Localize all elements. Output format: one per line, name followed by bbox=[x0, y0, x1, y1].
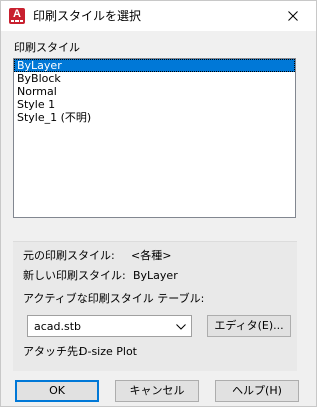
title-bar: A 印刷スタイルを選択 bbox=[1, 1, 316, 31]
new-style-label: 新しい印刷スタイル: bbox=[23, 269, 126, 282]
autocad-app-icon: A bbox=[9, 8, 25, 24]
original-style-label: 元の印刷スタイル: bbox=[23, 249, 115, 262]
style-info-group: 元の印刷スタイル: <各種> 新しい印刷スタイル: ByLayer アクティブな… bbox=[13, 241, 297, 371]
list-item[interactable]: Normal bbox=[14, 85, 295, 98]
close-icon bbox=[288, 11, 298, 21]
chevron-down-icon bbox=[175, 321, 187, 333]
print-styles-label: 印刷スタイル bbox=[14, 41, 80, 54]
list-item[interactable]: Style 1 bbox=[14, 98, 295, 111]
attached-to-value: D-size Plot bbox=[79, 345, 137, 358]
list-item[interactable]: ByLayer bbox=[14, 59, 295, 72]
ok-button[interactable]: OK bbox=[15, 380, 99, 402]
close-button[interactable] bbox=[270, 1, 316, 31]
new-style-value: ByLayer bbox=[133, 269, 178, 282]
print-styles-listbox[interactable]: ByLayer ByBlock Normal Style 1 Style_1 (不明) bbox=[13, 58, 296, 218]
print-style-dialog: A 印刷スタイルを選択 印刷スタイル ByLayer ByBlock Normal S… bbox=[0, 0, 317, 407]
editor-button[interactable]: エディタ(E)... bbox=[207, 315, 291, 337]
style-table-select[interactable]: acad.stb bbox=[27, 315, 192, 337]
cancel-button[interactable]: キャンセル bbox=[115, 380, 199, 402]
style-table-value: acad.stb bbox=[34, 320, 82, 333]
app-icon-letter: A bbox=[13, 8, 21, 20]
original-style-value: <各種> bbox=[131, 249, 172, 262]
active-table-label: アクティブな印刷スタイル テーブル: bbox=[23, 292, 205, 305]
dialog-title: 印刷スタイルを選択 bbox=[33, 9, 142, 23]
list-item[interactable]: ByBlock bbox=[14, 72, 295, 85]
help-button[interactable]: ヘルプ(H) bbox=[215, 380, 299, 402]
attached-to-label: アタッチ先: bbox=[23, 345, 82, 358]
list-item[interactable]: Style_1 (不明) bbox=[14, 111, 295, 124]
